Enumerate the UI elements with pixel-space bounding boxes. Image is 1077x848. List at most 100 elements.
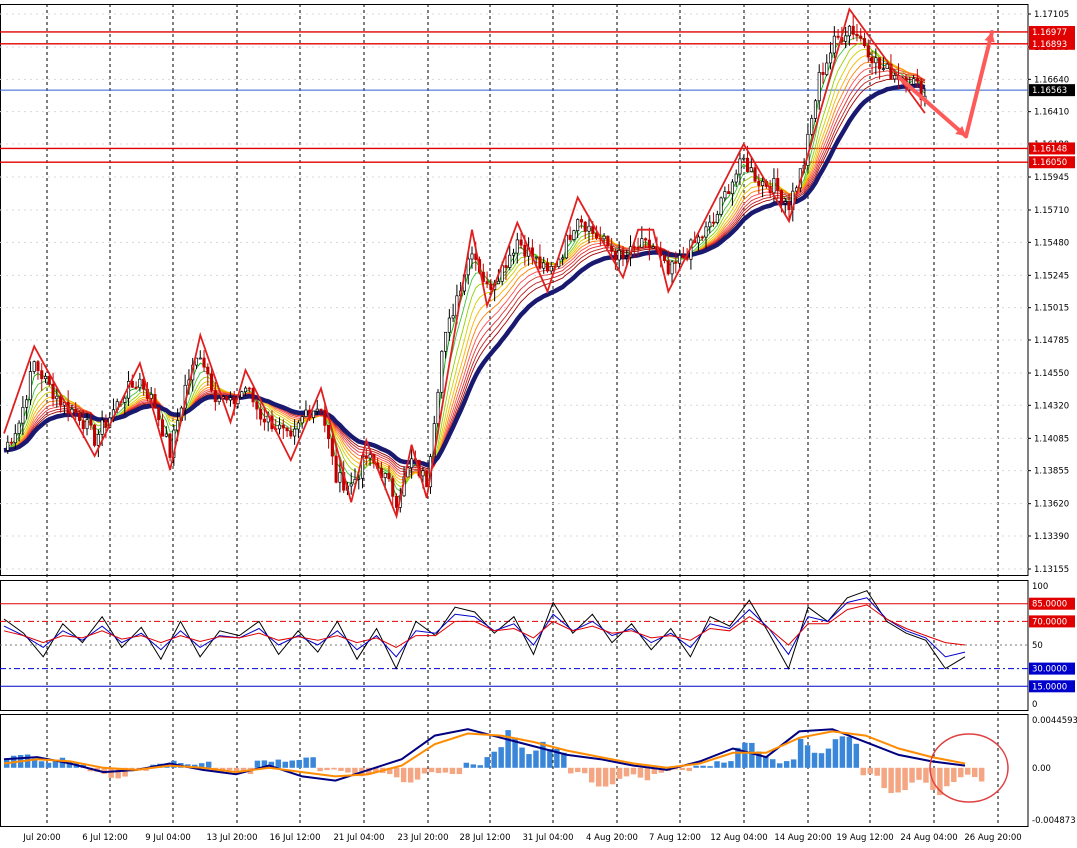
candle-body: [549, 265, 553, 272]
histogram-bar: [310, 757, 316, 768]
candle-body: [636, 246, 640, 249]
histogram-bar: [971, 767, 978, 778]
histogram-bar: [888, 767, 894, 793]
time-axis-label: 24 Aug 04:00: [900, 833, 957, 843]
histogram-bar: [421, 767, 428, 774]
candle-body: [662, 255, 667, 261]
histogram-bar: [393, 767, 400, 778]
price-tick-label: 1.17105: [1034, 10, 1069, 20]
histogram-bar: [714, 761, 720, 768]
price-panel: [0, 7, 1028, 520]
candle-body: [810, 118, 814, 135]
histogram-bar: [400, 767, 407, 783]
oscillator-line: [3, 590, 966, 670]
candle-body: [504, 265, 508, 268]
ribbon-ma-line: [3, 55, 926, 481]
candle-body: [753, 167, 757, 182]
candle-body: [644, 238, 648, 241]
candle-body: [602, 235, 606, 240]
histogram-bar: [902, 767, 908, 791]
histogram-bar: [442, 767, 449, 773]
candle-body: [523, 244, 527, 257]
candle-body: [534, 256, 538, 259]
candle-body: [387, 473, 391, 480]
candle-body: [319, 408, 323, 411]
candle-body: [594, 233, 599, 239]
time-axis-label: 16 Jul 12:00: [270, 833, 321, 843]
candle-body: [583, 221, 587, 232]
histogram-bar: [909, 767, 915, 783]
histogram-bar: [700, 765, 706, 768]
histogram-bar: [721, 762, 727, 768]
chart-window: 1.171051.168701.166401.164101.161801.159…: [0, 0, 1077, 845]
histogram-bar: [783, 761, 790, 768]
candle-body: [776, 178, 780, 191]
candle-body: [296, 422, 300, 430]
price-tick-label: 1.16640: [1034, 75, 1069, 85]
candle-body: [100, 419, 104, 435]
oscillator-level-label: 70.0000: [1032, 617, 1067, 627]
candle-body: [96, 434, 100, 446]
oscillator-panel-frame: [0, 580, 1029, 711]
time-axis-label: 9 Jul 04:00: [145, 833, 191, 843]
candle-body: [85, 419, 89, 430]
histogram-bar: [449, 767, 456, 774]
histogram-bar: [282, 761, 289, 768]
candle-body: [243, 387, 248, 393]
candle-body: [787, 201, 791, 211]
candle-body: [17, 422, 21, 434]
forecast-arrow: [897, 75, 968, 139]
candle-body: [440, 350, 444, 393]
candle-body: [164, 433, 168, 437]
ribbon-ma-line: [3, 37, 926, 492]
candle-body: [538, 256, 542, 269]
chart-canvas[interactable]: 1.171051.168701.166401.164101.161801.159…: [0, 0, 1077, 845]
candle-body: [881, 68, 885, 70]
candle-body: [734, 173, 738, 183]
histogram-bar: [435, 767, 442, 774]
histogram-bar: [317, 767, 323, 772]
candle-body: [727, 191, 731, 195]
price-tick-label: 1.13390: [1034, 532, 1069, 542]
candle-body: [13, 433, 17, 444]
candle-body: [761, 181, 765, 186]
candle-body: [25, 399, 29, 408]
candle-body: [715, 214, 719, 223]
price-tick-label: 1.13620: [1034, 500, 1069, 510]
price-label: 1.16050: [1032, 158, 1067, 168]
candle-body: [213, 390, 217, 403]
price-tick-label: 1.14320: [1034, 401, 1069, 411]
candle-body: [293, 428, 297, 437]
histogram-bar: [609, 767, 616, 785]
time-axis-label: 14 Aug 20:00: [774, 833, 831, 843]
candle-body: [821, 72, 825, 75]
histogram-bar: [916, 767, 922, 780]
candle-body: [289, 430, 293, 437]
histogram-bar: [951, 767, 957, 782]
zigzag-line: [3, 7, 926, 520]
histogram-bar: [428, 767, 435, 773]
candle-body: [364, 455, 368, 459]
candle-body: [745, 157, 750, 172]
candle-body: [251, 388, 255, 403]
candle-body: [134, 386, 138, 389]
candle-body: [436, 391, 440, 424]
histogram-bar: [644, 767, 651, 781]
candle-body: [730, 181, 734, 195]
time-axis-label: 21 Jul 04:00: [334, 833, 385, 843]
candle-body: [32, 361, 36, 372]
histogram-bar: [484, 757, 490, 768]
candle-body: [228, 397, 233, 401]
candle-body: [621, 249, 625, 259]
candle-body: [870, 56, 874, 64]
histogram-bar: [498, 747, 504, 768]
histogram-bar: [895, 767, 901, 793]
histogram-bar: [324, 767, 330, 771]
candle-body: [813, 100, 818, 119]
oscillator-level-label: 15.0000: [1032, 682, 1067, 692]
candle-body: [783, 201, 787, 204]
candle-body: [51, 384, 55, 400]
histogram-tick-label: -0.004873: [1032, 816, 1076, 826]
candle-body: [89, 419, 93, 426]
histogram-bar: [811, 752, 818, 768]
